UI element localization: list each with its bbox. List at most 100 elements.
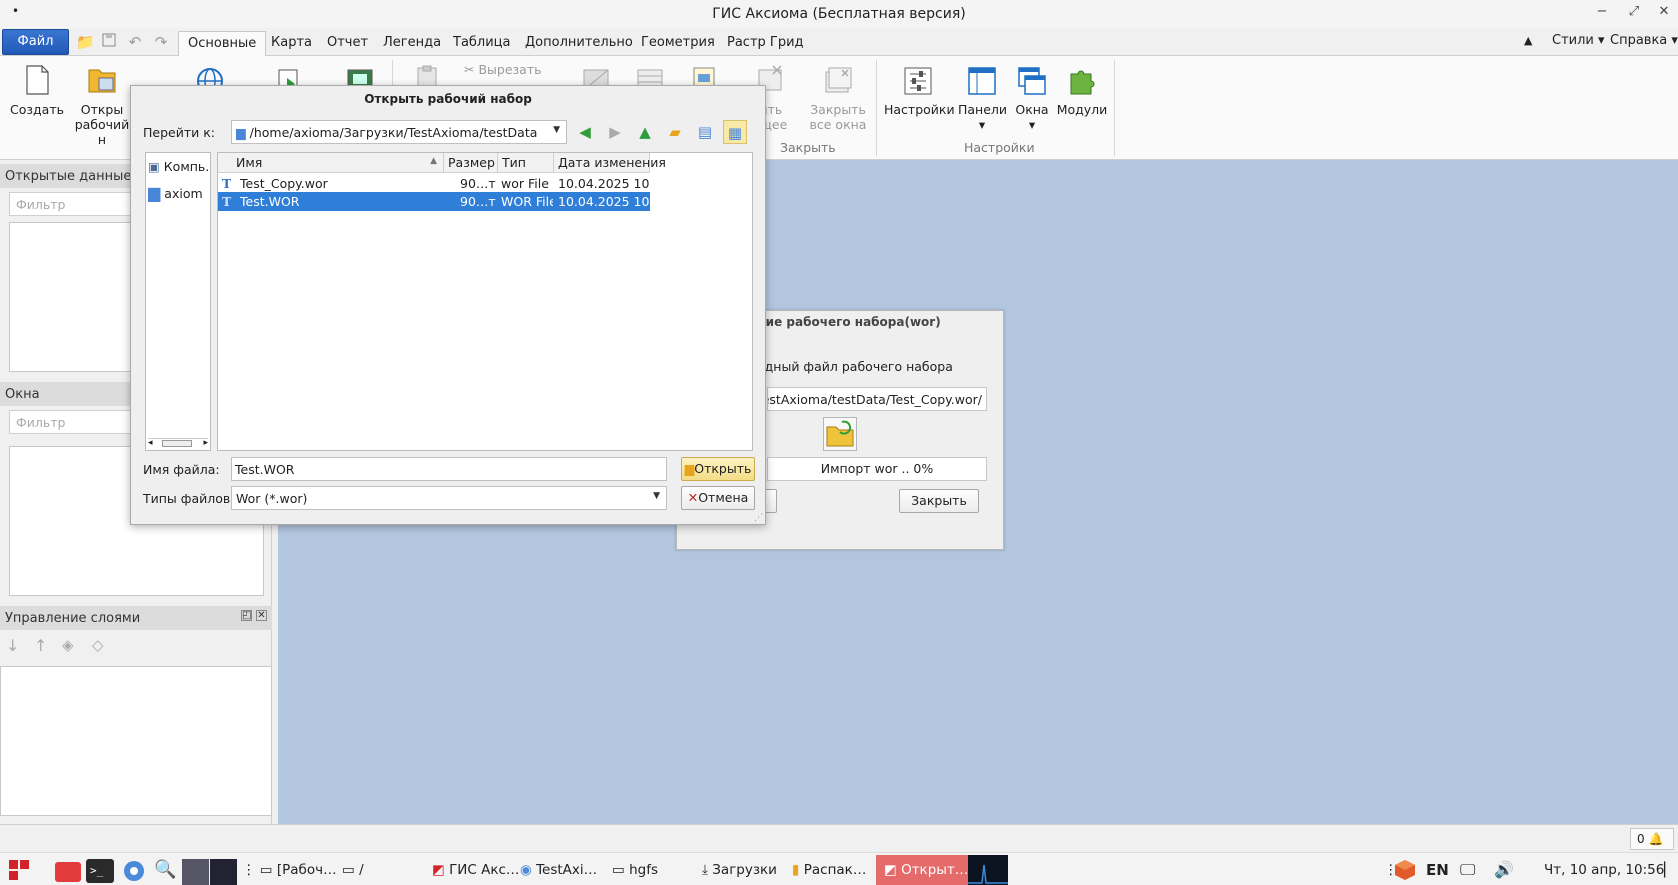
create-button[interactable]: Создать [10,58,64,117]
settings-group-label: Настройки [964,140,1035,155]
settings-button[interactable]: Настройки [884,58,955,117]
column-size-header[interactable]: Размер [444,153,498,173]
detail-view-icon[interactable]: ▦ [723,120,747,144]
start-menu-icon[interactable] [8,859,30,881]
tab-geometriya[interactable]: Геометрия [632,31,724,57]
sort-ascending-icon: ▲ [430,156,437,166]
windows-button[interactable]: Окна ▾ [1012,58,1052,132]
tab-legenda[interactable]: Легенда [374,31,450,57]
clock[interactable]: Чт, 10 апр, 10:56 [1544,859,1664,881]
sidebar-item-axioma[interactable]: ▆ axiom [148,183,210,202]
workspace-switcher[interactable] [182,859,238,885]
import-close-button[interactable]: Закрыть [899,489,979,513]
filename-input[interactable]: Test.WOR [231,457,667,481]
move-down-icon[interactable]: ↓ [6,636,19,655]
file-row-selected[interactable]: T Test.WOR 90…ты WOR File 10.04.2025 10:… [218,192,650,211]
back-icon[interactable]: ◀ [573,120,597,144]
text-file-icon: T [222,176,232,191]
minimize-button[interactable]: − [1592,4,1612,19]
undo-icon[interactable]: ↶ [126,33,144,51]
source-file-label: одный файл рабочего набора [757,359,953,374]
help-menu[interactable]: Справка ▾ [1610,33,1678,48]
volume-icon[interactable]: 🔊 [1494,859,1514,881]
taskbar-item-open-dialog[interactable]: ◩ Открыт… [876,855,977,885]
collapse-ribbon-icon[interactable]: ▲ [1524,34,1532,47]
filetypes-label: Типы файлов: [143,491,235,506]
scissors-icon: ✂ [464,62,475,77]
tab-rastr-grid[interactable]: Растр Грид [718,31,813,57]
close-all-windows-button[interactable]: Закрыть все окна [806,58,870,132]
download-icon: ⤓ [702,862,708,878]
taskbar: >_ 🔍 ⋮ ▭ [Рабоч… ▭ / ◩ ГИС Акс… ◉ TestAx… [0,852,1678,885]
show-desktop[interactable]: ▏ [1664,859,1674,881]
open-workspace-icon [87,64,117,96]
tab-karta[interactable]: Карта [262,31,321,57]
cancel-button[interactable]: ✕Отмена [681,486,755,510]
taskbar-item-gis[interactable]: ◩ ГИС Акс… [432,859,519,881]
goto-label: Перейти к: [143,125,215,140]
cut-button[interactable]: ✂ Вырезать [464,62,544,77]
parent-folder-icon[interactable]: ▲ [633,120,657,144]
maximize-button[interactable]: ⤢ [1624,4,1644,19]
filetype-combobox[interactable]: Wor (*.wor) ▼ [231,486,667,510]
layer-add-icon[interactable]: ◈ [62,636,74,654]
chevron-down-icon: ▾ [978,117,986,132]
layer-stack-icon[interactable]: ◇ [92,636,104,654]
modules-button[interactable]: Модули [1056,58,1108,117]
source-path-input[interactable]: /TestAxioma/testData/Test_Copy.wor [767,387,987,411]
tab-dopolnitelno[interactable]: Дополнительно [516,31,642,57]
close-all-windows-icon [823,64,853,96]
move-up-icon[interactable]: ↑ [34,636,47,655]
open-button[interactable]: ▆Открыть [681,457,755,481]
taskbar-item-archiver[interactable]: ▮ Распак… [792,859,866,881]
float-panel-icon[interactable]: ◰ [241,610,252,621]
new-folder-icon[interactable]: ▰ [663,120,687,144]
layers-list[interactable] [0,666,272,816]
panels-icon [967,64,997,96]
open-folder-icon[interactable]: 📁 [76,33,95,51]
sidebar-item-computer[interactable]: ▣ Компь… [148,159,210,174]
menu-bar: Файл 📁 ↶ ↷ Основные Карта Отчет Легенда … [0,28,1678,57]
notifications-button[interactable]: 0 🔔 [1630,828,1674,850]
chevron-down-icon: ▼ [653,491,660,501]
column-date-header[interactable]: Дата изменения [554,153,666,173]
close-window-button[interactable]: ✕ [1654,4,1674,19]
styles-menu[interactable]: Стили ▾ [1552,33,1605,48]
svg-text:>_: >_ [90,864,104,877]
panels-button[interactable]: Панели ▾ [958,58,1007,132]
column-name-header[interactable]: Имя ▲ [218,153,444,173]
taskbar-item-root[interactable]: ▭ / [342,859,364,881]
browse-folder-button[interactable] [823,417,857,451]
tab-tablica[interactable]: Таблица [444,31,520,57]
taskbar-item-browser[interactable]: ◉ TestAxi… [520,859,597,881]
path-combobox[interactable]: ▆ /home/axioma/Загрузки/TestAxioma/testD… [231,120,567,144]
display-icon[interactable]: 🖵 [1460,859,1475,881]
sliders-icon [903,64,933,96]
tray-package-icon[interactable] [1394,859,1416,881]
taskbar-item-hgfs[interactable]: ▭ hgfs [612,859,658,881]
search-icon[interactable]: 🔍 [154,859,176,881]
column-type-header[interactable]: Тип [498,153,554,173]
bell-icon: 🔔 [1648,832,1664,846]
keyboard-layout[interactable]: EN [1426,859,1449,881]
file-row[interactable]: T Test_Copy.wor 90…ты wor File 10.04.202… [218,174,650,193]
forward-icon[interactable]: ▶ [603,120,627,144]
sidebar-scrollbar[interactable]: ◂ ▸ [148,438,208,448]
terminal-icon[interactable]: >_ [86,859,114,883]
redo-icon[interactable]: ↷ [152,33,170,51]
list-view-icon[interactable]: ▤ [693,120,717,144]
taskbar-item-downloads[interactable]: ⤓ Загрузки [702,859,777,881]
close-panel-icon[interactable]: ✕ [256,610,267,621]
save-icon[interactable] [100,33,118,51]
files-app-icon[interactable] [54,859,82,882]
open-workspace-button[interactable]: Откры рабочий н [72,58,132,147]
taskbar-item-workspace[interactable]: ⋮ ▭ [Рабоч… [242,859,337,881]
window-title: ГИС Аксиома (Бесплатная версия) [712,6,966,22]
chevron-down-icon: ▾ [1028,117,1036,132]
resize-grip-icon[interactable]: ⋰ [754,513,763,523]
browser-icon[interactable] [122,859,146,881]
tab-otchet[interactable]: Отчет [318,31,377,57]
file-menu-button[interactable]: Файл [2,29,69,55]
tab-osnovnye[interactable]: Основные [178,31,267,57]
system-monitor[interactable] [968,855,1008,885]
